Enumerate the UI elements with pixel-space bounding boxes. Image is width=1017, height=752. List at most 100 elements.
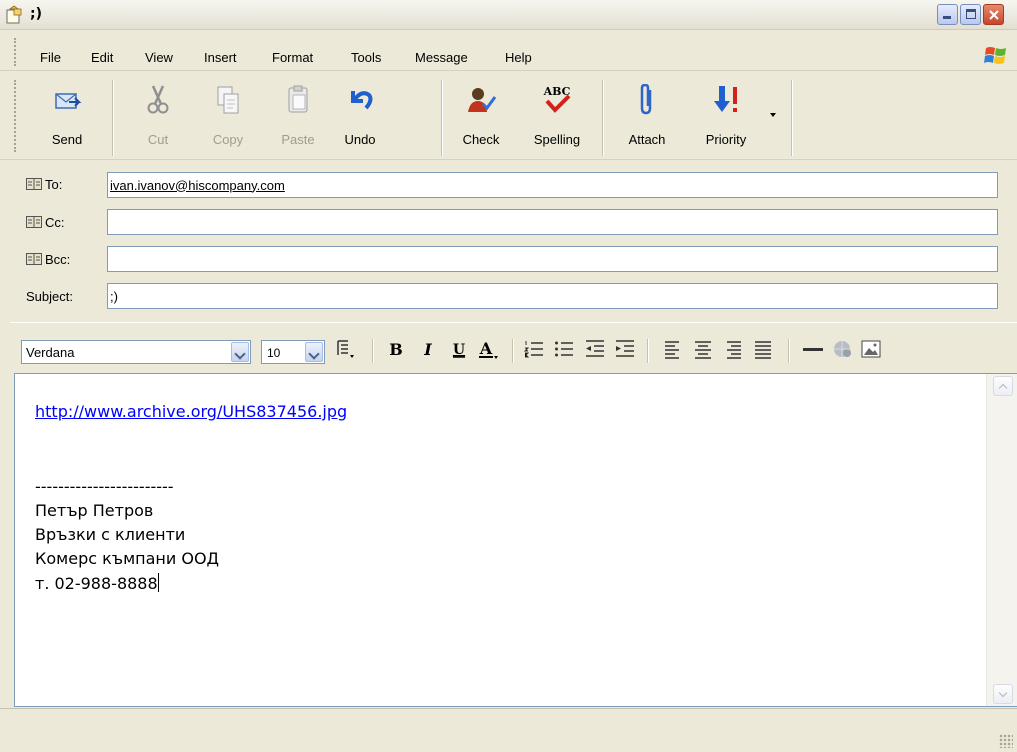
to-input[interactable] bbox=[110, 176, 990, 194]
menu-view[interactable]: View bbox=[145, 50, 173, 65]
font-family-value: Verdana bbox=[26, 345, 75, 360]
font-family-select[interactable]: Verdana bbox=[21, 340, 251, 364]
cut-button[interactable]: Cut bbox=[127, 74, 189, 156]
cc-input[interactable] bbox=[110, 213, 990, 231]
copy-label: Copy bbox=[212, 132, 244, 147]
body-link[interactable]: http://www.archive.org/UHS837456.jpg bbox=[35, 402, 347, 421]
send-button[interactable]: Send bbox=[36, 74, 98, 156]
justify-button[interactable] bbox=[751, 337, 775, 361]
subject-field-label: Subject: bbox=[26, 289, 73, 304]
scroll-down-button[interactable] bbox=[993, 684, 1013, 704]
menu-tools[interactable]: Tools bbox=[351, 50, 381, 65]
address-book-icon bbox=[26, 216, 42, 228]
signature-company: Комерс къмпани ООД bbox=[35, 549, 220, 568]
insert-picture-button[interactable] bbox=[859, 337, 883, 361]
attach-button[interactable]: Attach bbox=[616, 74, 678, 156]
underline-button[interactable]: U bbox=[447, 337, 471, 361]
decrease-indent-button[interactable] bbox=[583, 337, 607, 361]
undo-label: Undo bbox=[344, 132, 376, 147]
chevron-down-icon[interactable] bbox=[231, 342, 249, 362]
paragraph-style-button[interactable] bbox=[334, 337, 358, 361]
horizontal-line-button[interactable] bbox=[801, 337, 825, 361]
cc-label-text: Cc: bbox=[45, 215, 65, 230]
maximize-button[interactable] bbox=[960, 4, 981, 25]
paragraph-style-icon bbox=[337, 340, 354, 358]
to-field[interactable] bbox=[107, 172, 998, 198]
vertical-scrollbar[interactable] bbox=[986, 374, 1017, 706]
svg-text:B: B bbox=[389, 340, 403, 359]
compose-window: ;) File Edit View Insert Format Tools Me… bbox=[0, 0, 1017, 752]
align-left-button[interactable] bbox=[661, 337, 685, 361]
priority-button[interactable]: Priority bbox=[695, 74, 757, 156]
menu-edit[interactable]: Edit bbox=[91, 50, 113, 65]
insert-hyperlink-button[interactable] bbox=[830, 337, 854, 361]
message-body[interactable]: http://www.archive.org/UHS837456.jpg ---… bbox=[14, 373, 1017, 707]
spelling-button[interactable]: ABC Spelling bbox=[526, 74, 588, 156]
to-label-text: To: bbox=[45, 177, 63, 192]
priority-icon bbox=[714, 86, 737, 112]
chevron-down-icon[interactable] bbox=[305, 342, 323, 362]
increase-indent-button[interactable] bbox=[613, 337, 637, 361]
format-separator bbox=[512, 339, 514, 363]
bcc-input[interactable] bbox=[110, 250, 990, 268]
maximize-icon bbox=[966, 9, 976, 19]
bcc-field[interactable] bbox=[107, 246, 998, 272]
subject-input[interactable] bbox=[110, 287, 990, 305]
scroll-up-button[interactable] bbox=[993, 376, 1013, 396]
svg-text:A: A bbox=[479, 339, 493, 358]
scissors-icon bbox=[147, 85, 169, 114]
menu-message[interactable]: Message bbox=[415, 50, 468, 65]
subject-field[interactable] bbox=[107, 283, 998, 309]
italic-button[interactable]: I bbox=[416, 337, 440, 361]
toolbar-separator bbox=[112, 80, 114, 156]
format-separator bbox=[788, 339, 790, 363]
minimize-button[interactable] bbox=[937, 4, 958, 25]
numbered-list-icon bbox=[523, 341, 543, 358]
status-bar bbox=[0, 708, 1017, 752]
priority-dropdown-arrow[interactable] bbox=[770, 113, 776, 117]
align-right-icon bbox=[727, 341, 741, 359]
clipboard-icon bbox=[288, 85, 308, 113]
toolbar-separator bbox=[441, 80, 443, 156]
windows-logo-icon bbox=[984, 47, 1006, 64]
resize-grip[interactable] bbox=[999, 734, 1013, 748]
format-separator bbox=[647, 339, 649, 363]
paste-button[interactable]: Paste bbox=[267, 74, 329, 156]
picture-icon bbox=[861, 340, 881, 358]
to-field-label[interactable]: To: bbox=[26, 177, 62, 192]
cc-field[interactable] bbox=[107, 209, 998, 235]
signature-name: Петър Петров bbox=[35, 501, 154, 520]
toolbar-separator bbox=[791, 80, 793, 156]
copy-button[interactable]: Copy bbox=[197, 74, 259, 156]
minimize-icon bbox=[943, 16, 951, 19]
font-size-select[interactable]: 10 bbox=[261, 340, 325, 364]
decrease-indent-icon bbox=[586, 340, 604, 357]
menu-file[interactable]: File bbox=[40, 50, 61, 65]
close-button[interactable] bbox=[983, 4, 1004, 25]
check-names-button[interactable]: Check bbox=[450, 74, 512, 156]
bold-button[interactable]: B bbox=[384, 337, 408, 361]
menu-help[interactable]: Help bbox=[505, 50, 532, 65]
menu-insert[interactable]: Insert bbox=[204, 50, 237, 65]
cc-field-label[interactable]: Cc: bbox=[26, 215, 65, 230]
text-caret bbox=[157, 573, 159, 592]
bcc-label-text: Bcc: bbox=[45, 252, 71, 267]
align-center-icon bbox=[695, 341, 711, 359]
spelling-label: Spelling bbox=[533, 132, 581, 147]
numbered-list-button[interactable] bbox=[522, 337, 546, 361]
paste-label: Paste bbox=[281, 132, 315, 147]
align-right-button[interactable] bbox=[721, 337, 745, 361]
horizontal-line-icon bbox=[803, 348, 823, 351]
toolbar-separator bbox=[602, 80, 604, 156]
bcc-field-label[interactable]: Bcc: bbox=[26, 252, 70, 267]
undo-button[interactable]: Undo bbox=[329, 74, 391, 156]
svg-text:U: U bbox=[453, 342, 465, 358]
underline-icon: U bbox=[453, 342, 465, 358]
formatting-toolbar: Verdana 10 B I U A bbox=[10, 322, 1017, 372]
bullet-list-button[interactable] bbox=[552, 337, 576, 361]
font-color-button[interactable]: A bbox=[476, 337, 500, 361]
bold-icon: B bbox=[389, 340, 403, 359]
align-center-button[interactable] bbox=[691, 337, 715, 361]
menu-format[interactable]: Format bbox=[272, 50, 313, 65]
justify-icon bbox=[755, 341, 771, 359]
